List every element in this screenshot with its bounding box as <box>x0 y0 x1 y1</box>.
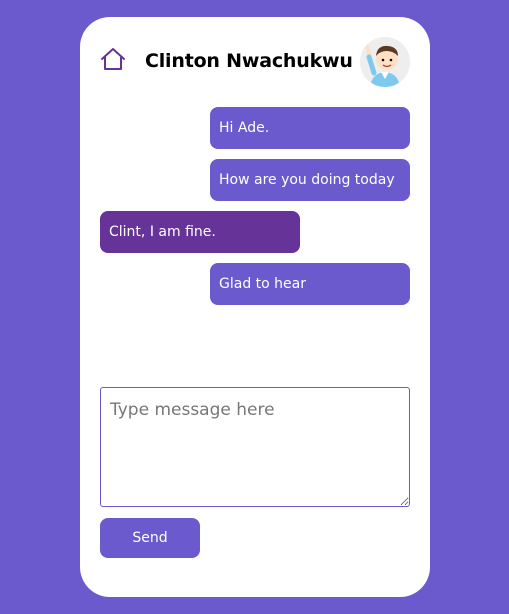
message-bubble-outgoing: How are you doing today <box>210 159 410 201</box>
message-input[interactable] <box>100 387 410 507</box>
chat-header: Clinton Nwachukwu <box>80 17 430 107</box>
message-bubble-incoming: Clint, I am fine. <box>100 211 300 253</box>
message-bubble-outgoing: Hi Ade. <box>210 107 410 149</box>
send-button[interactable]: Send <box>100 518 200 558</box>
message-bubble-outgoing: Glad to hear <box>210 263 410 305</box>
chat-card: Clinton Nwachukwu Hi Ade. How are you do… <box>80 17 430 597</box>
contact-name: Clinton Nwachukwu <box>145 50 353 72</box>
avatar[interactable] <box>360 37 410 87</box>
home-icon[interactable] <box>100 46 126 72</box>
